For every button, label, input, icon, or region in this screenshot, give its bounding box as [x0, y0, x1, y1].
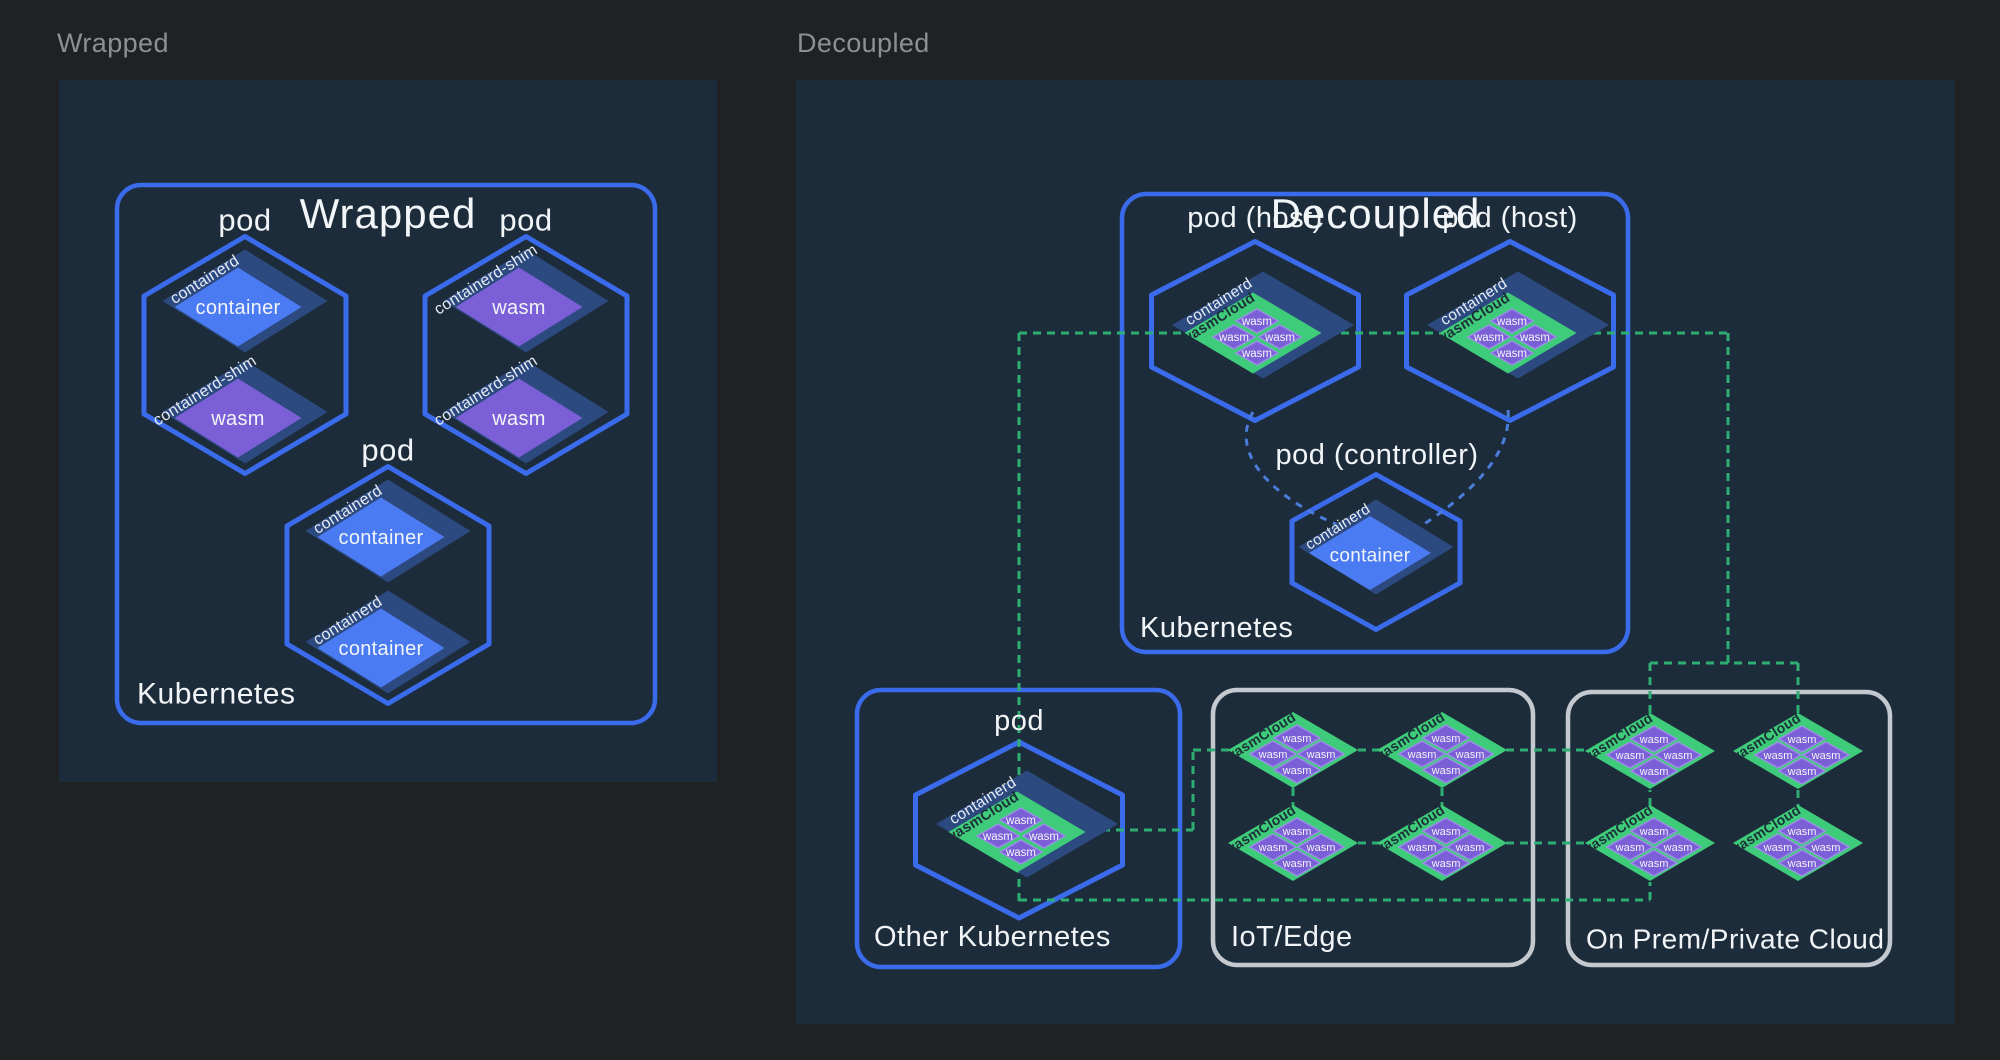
wasm-label: wasm	[1639, 766, 1669, 778]
wasm-label: wasm	[1787, 858, 1817, 870]
wasm-label: wasm	[1282, 765, 1312, 777]
wasm-label: wasm	[1407, 842, 1437, 854]
wasm-label: wasm	[1005, 847, 1036, 859]
iot-edge-box-label: IoT/Edge	[1231, 921, 1353, 953]
wasm-label: wasm	[1241, 316, 1272, 328]
wasm-label: wasm	[1811, 750, 1841, 762]
kubernetes-box-left-label: Kubernetes	[137, 678, 295, 711]
wasm-label: wasm	[1496, 316, 1527, 328]
wasm-label: wasm	[1811, 842, 1841, 854]
wasm-label: wasm	[1763, 842, 1793, 854]
other-kubernetes-box-label: Other Kubernetes	[874, 921, 1111, 953]
wasm-label: wasm	[1005, 815, 1036, 827]
inner-diamond-label: wasm	[491, 297, 545, 319]
wasm-label: wasm	[1787, 734, 1817, 746]
wasm-label: wasm	[1407, 749, 1437, 761]
wasm-label: wasm	[1218, 332, 1249, 344]
wasm-label: wasm	[1282, 826, 1312, 838]
pod-label: pod (controller)	[1275, 439, 1478, 471]
wasm-label: wasm	[1431, 733, 1461, 745]
wasm-label: wasm	[982, 831, 1013, 843]
wasm-label: wasm	[1455, 749, 1485, 761]
wasm-label: wasm	[1663, 842, 1693, 854]
inner-diamond-label: wasm	[491, 408, 545, 430]
wasm-label: wasm	[1639, 858, 1669, 870]
wasm-label: wasm	[1264, 332, 1295, 344]
wasm-label: wasm	[1258, 749, 1288, 761]
wasm-label: wasm	[1787, 826, 1817, 838]
pod-label: pod (host)	[1187, 202, 1323, 234]
wasm-label: wasm	[1306, 842, 1336, 854]
wasm-label: wasm	[1639, 734, 1669, 746]
inner-diamond-label: container	[1330, 546, 1411, 567]
pod-label: pod (host)	[1442, 202, 1578, 234]
wasm-label: wasm	[1431, 858, 1461, 870]
wasm-label: wasm	[1519, 332, 1550, 344]
inner-diamond-label: container	[339, 638, 424, 660]
wasm-label: wasm	[1473, 332, 1504, 344]
wasm-label: wasm	[1615, 842, 1645, 854]
pod-label: pod	[499, 203, 552, 238]
wasm-label: wasm	[1496, 348, 1527, 360]
wasm-label: wasm	[1787, 766, 1817, 778]
wasm-label: wasm	[1431, 765, 1461, 777]
pod-label: pod	[218, 203, 271, 238]
wasm-label: wasm	[1763, 750, 1793, 762]
wasm-label: wasm	[1639, 826, 1669, 838]
wasm-label: wasm	[1431, 826, 1461, 838]
wasm-label: wasm	[1455, 842, 1485, 854]
pod-label: pod	[361, 433, 414, 468]
pod-label: pod	[994, 705, 1044, 737]
wasm-label: wasm	[1258, 842, 1288, 854]
kubernetes-box-right-label: Kubernetes	[1140, 612, 1293, 644]
inner-diamond-label: container	[339, 527, 424, 549]
wasm-label: wasm	[1663, 750, 1693, 762]
inner-diamond-label: container	[196, 297, 281, 319]
wasm-label: wasm	[1615, 750, 1645, 762]
diagram-canvas: Wrapped Decoupled Wrapped Decoupled cont…	[0, 0, 2000, 1060]
onprem-box-label: On Prem/Private Cloud	[1586, 924, 1884, 955]
wasm-label: wasm	[1028, 831, 1059, 843]
wasm-label: wasm	[1306, 749, 1336, 761]
wasm-label: wasm	[1282, 733, 1312, 745]
wasm-label: wasm	[1241, 348, 1272, 360]
inner-diamond-label: wasm	[210, 408, 264, 430]
diagram-scene: containerdcontainercontainerd-shimwasmco…	[0, 0, 2000, 1060]
wasm-label: wasm	[1282, 858, 1312, 870]
